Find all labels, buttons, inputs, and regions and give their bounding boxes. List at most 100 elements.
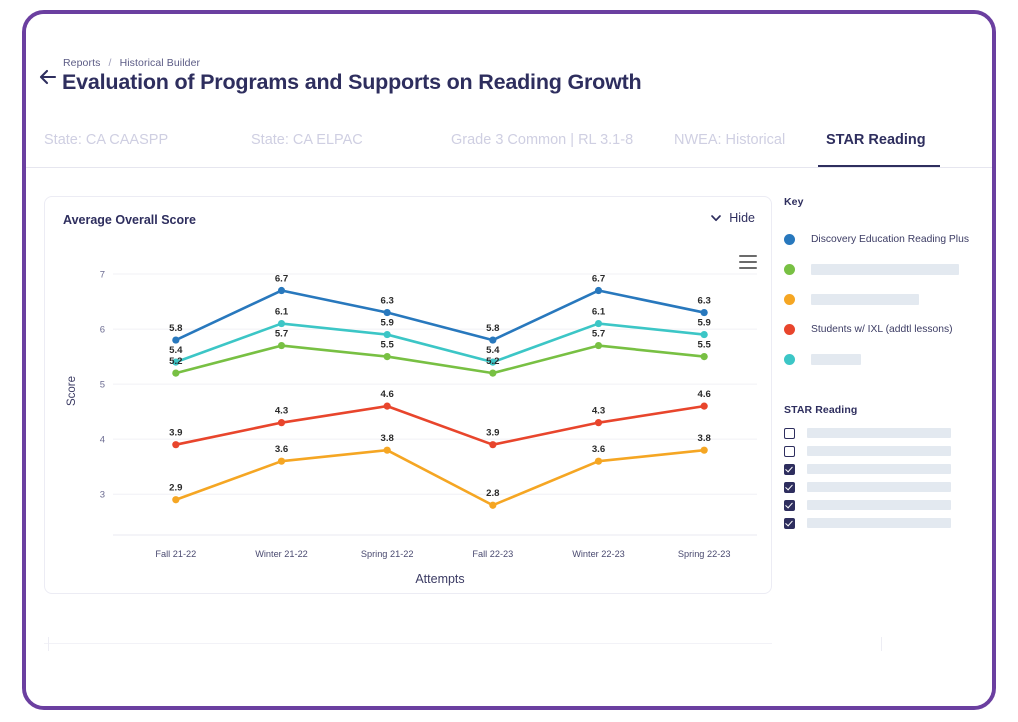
filter-label-redacted [807,482,951,492]
breadcrumb: Reports / Historical Builder [63,57,200,69]
data-point-label: 2.9 [169,483,182,494]
legend-color-dot [784,233,795,245]
filter-checkbox-row[interactable] [784,478,984,496]
hide-toggle-button[interactable]: Hide [710,211,755,225]
data-point-label: 5.5 [380,340,394,351]
app-window: Reports / Historical Builder Evaluation … [22,10,996,710]
checkbox-unchecked-icon[interactable] [784,445,795,457]
filter-checkbox-row[interactable] [784,424,984,442]
data-point[interactable] [277,341,286,350]
data-point[interactable] [172,336,180,344]
tab-nwea-historical[interactable]: NWEA: Historical [674,113,785,167]
filter-label-redacted [807,446,951,456]
data-point[interactable] [489,441,497,449]
legend-item[interactable] [784,254,984,284]
data-point-label: 6.7 [592,274,605,285]
data-point-label: 6.1 [275,307,289,318]
filter-checkbox-row[interactable] [784,442,984,460]
data-point[interactable] [594,457,603,465]
data-point[interactable] [383,446,391,454]
data-point[interactable] [277,319,286,328]
data-point[interactable] [172,441,180,449]
report-body: Average Overall Score Hide 3 4 5 6 7 5.8 6.7 6.… [26,169,992,706]
data-point-label: 4.6 [697,389,710,400]
tab-label: State: CA CAASPP [44,132,169,148]
filter-checkbox-row[interactable] [784,514,984,532]
x-axis-tick-label: Spring 21-22 [361,549,414,559]
data-point[interactable] [172,496,180,504]
breadcrumb-root[interactable]: Reports [63,57,100,69]
legend-color-dot [784,323,795,335]
data-point[interactable] [383,308,391,317]
data-point[interactable] [700,352,708,361]
footer-divider [44,643,772,644]
data-point[interactable] [594,341,603,350]
checkbox-checked-icon[interactable] [784,481,795,493]
data-point[interactable] [700,308,708,317]
data-point-label: 5.2 [169,356,182,367]
data-point-label: 4.6 [380,389,393,400]
data-point[interactable] [489,336,497,344]
data-point[interactable] [700,446,708,454]
legend-item[interactable]: Students w/ IXL (addtl lessons) [784,314,984,344]
legend-label: Discovery Education Reading Plus [811,233,969,245]
data-point[interactable] [700,402,708,410]
data-point[interactable] [594,286,603,295]
legend-item[interactable] [784,344,984,374]
tab-state-ca-elpac[interactable]: State: CA ELPAC [251,113,363,167]
tab-grade-3-common-rl-3-1-8[interactable]: Grade 3 Common | RL 3.1-8 [451,113,633,167]
data-point-label: 5.7 [275,329,288,340]
legend-item[interactable]: Discovery Education Reading Plus [784,224,984,254]
checkbox-checked-icon[interactable] [784,463,795,475]
data-point[interactable] [489,501,497,509]
data-point-label: 6.3 [380,296,393,307]
hide-toggle-label: Hide [729,211,755,225]
series-line [174,448,706,507]
page-title: Evaluation of Programs and Supports on R… [62,70,642,94]
checkbox-checked-icon[interactable] [784,499,795,511]
data-point[interactable] [383,330,391,339]
chart-side-panel: Key Discovery Education Reading Plus Stud… [784,196,984,594]
data-point[interactable] [489,369,497,377]
checkbox-unchecked-icon[interactable] [784,427,795,439]
x-axis-tick-label: Fall 22-23 [472,549,513,559]
data-point[interactable] [700,330,708,339]
breadcrumb-current[interactable]: Historical Builder [120,57,201,69]
y-axis-tick-label: 5 [100,380,105,391]
data-point[interactable] [594,419,603,427]
legend-item[interactable] [784,284,984,314]
data-point[interactable] [277,419,286,427]
data-point[interactable] [172,369,180,377]
x-axis-tick-label: Spring 22-23 [678,549,731,559]
legend-color-dot [784,263,795,275]
legend-label: Students w/ IXL (addtl lessons) [811,323,953,335]
data-point[interactable] [383,402,391,410]
data-point[interactable] [277,457,286,465]
x-axis-tick-label: Winter 22-23 [572,549,625,559]
y-axis-tick-label: 3 [100,490,105,501]
filter-checkbox-row[interactable] [784,460,984,478]
filter-checkbox-row[interactable] [784,496,984,514]
checkbox-checked-icon[interactable] [784,517,795,529]
filter-label-redacted [807,464,951,474]
data-point-label: 5.9 [380,318,393,329]
tab-state-ca-caaspp[interactable]: State: CA CAASPP [44,113,168,167]
data-point[interactable] [277,286,286,295]
back-arrow-icon[interactable] [35,64,61,90]
data-point-label: 5.8 [169,323,183,334]
filter-label-redacted [807,518,951,528]
series-line [174,344,706,375]
data-point-label: 4.3 [592,406,605,417]
data-point[interactable] [383,352,391,361]
chart-card: Average Overall Score Hide 3 4 5 6 7 5.8 6.7 6.… [44,196,772,594]
legend-color-dot [784,353,795,365]
legend-label-redacted [811,263,959,275]
legend-label-redacted [811,293,919,305]
legend-list: Discovery Education Reading Plus Students… [784,224,984,374]
tab-star-reading[interactable]: STAR Reading [818,113,940,167]
data-point-label: 3.8 [380,433,394,444]
x-axis-tick-label: Winter 21-22 [255,549,308,559]
data-point[interactable] [594,319,603,328]
x-axis-tick-label: Fall 21-22 [155,549,196,559]
data-point-label: 6.7 [275,274,288,285]
